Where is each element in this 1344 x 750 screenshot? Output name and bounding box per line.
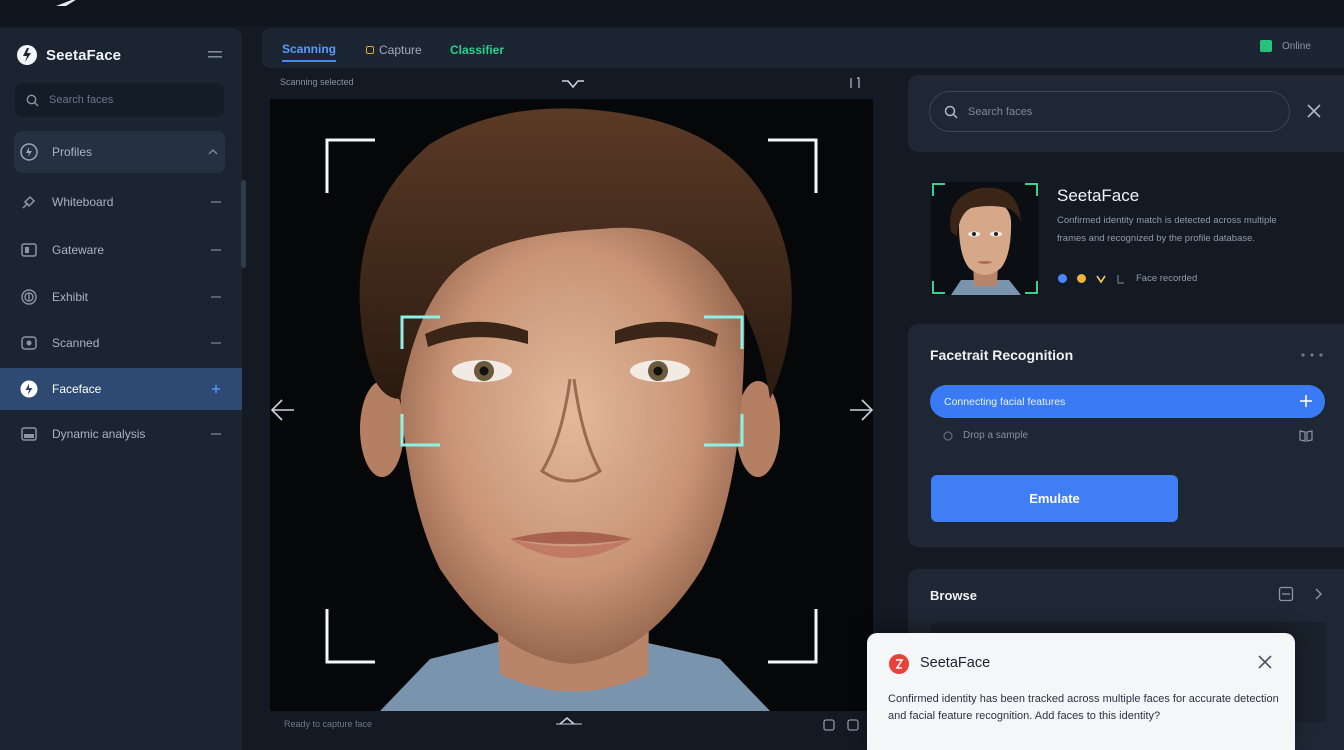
capture-icon xyxy=(366,46,374,54)
sidebar-item-label: Gateware xyxy=(52,243,105,257)
menu-icon[interactable] xyxy=(208,50,222,60)
database-icon xyxy=(21,427,37,441)
collapse-chevron-icon[interactable] xyxy=(560,78,586,90)
tab-label: Scanning xyxy=(282,42,337,56)
close-icon[interactable] xyxy=(1257,654,1273,670)
recognition-option-label: Connecting facial features xyxy=(944,395,1066,408)
status-square-icon xyxy=(1260,40,1272,52)
face-image xyxy=(270,99,873,711)
status-dot-icon xyxy=(1058,274,1067,283)
panel-icon[interactable] xyxy=(1278,586,1294,602)
tab-scanning[interactable]: Scanning xyxy=(282,38,337,62)
sidebar-item-label: Scanned xyxy=(52,336,100,350)
search-icon xyxy=(26,94,39,106)
minus-icon xyxy=(211,342,221,344)
minus-icon xyxy=(211,433,221,435)
window-top-bar xyxy=(0,0,1344,26)
sidebar-item-scanned[interactable]: Scanned xyxy=(0,322,242,364)
tab-label: Capture xyxy=(379,43,422,57)
sidebar-item-profiles[interactable]: Profiles xyxy=(14,131,225,173)
caret-icon xyxy=(208,149,218,155)
fingerprint-icon xyxy=(21,289,37,305)
sidebar-item-label: Exhibit xyxy=(52,290,89,304)
tab-capture[interactable]: Capture xyxy=(366,38,422,62)
notification-toast: SeetaFace Confirmed identity has been tr… xyxy=(867,633,1295,750)
status-dot-icon xyxy=(1077,274,1086,283)
close-icon[interactable] xyxy=(1305,102,1323,120)
expand-icon[interactable] xyxy=(848,76,862,90)
sidebar-search xyxy=(15,83,224,117)
toast-body: Confirmed identity has been tracked acro… xyxy=(888,693,1279,722)
status-indicator[interactable]: Online xyxy=(1260,40,1311,52)
right-search-input[interactable] xyxy=(968,105,1248,118)
profile-face-image xyxy=(931,182,1039,295)
sidebar-search-input[interactable] xyxy=(49,94,209,106)
camera-toolbar xyxy=(556,717,859,731)
tab-label: Classifier xyxy=(450,43,505,57)
gallery-icon xyxy=(21,243,37,257)
sidebar-item-label: Dynamic analysis xyxy=(52,427,146,441)
search-icon xyxy=(944,105,958,119)
minus-icon xyxy=(211,249,221,251)
sidebar-item-label: Profiles xyxy=(52,145,93,159)
brush-icon xyxy=(22,195,36,209)
tag-icon xyxy=(1117,274,1124,284)
profile-meta: Face recorded xyxy=(1058,273,1197,284)
next-arrow-icon[interactable] xyxy=(848,396,876,424)
sidebar-item-whiteboard[interactable]: Whiteboard xyxy=(0,181,242,223)
toast-title: SeetaFace xyxy=(920,655,991,671)
previous-arrow-icon[interactable] xyxy=(268,396,296,424)
sidebar-item-dynamic-analysis[interactable]: Dynamic analysis xyxy=(0,413,242,455)
sidebar-item-gateware[interactable]: Gateware xyxy=(0,229,242,271)
alert-icon xyxy=(889,654,909,674)
sidebar-item-exhibit[interactable]: Exhibit xyxy=(0,276,242,318)
brand-name: SeetaFace xyxy=(46,46,122,64)
browse-title: Browse xyxy=(930,588,977,603)
camera-icon xyxy=(21,336,37,350)
recognition-sub-option[interactable]: Drop a sample xyxy=(943,430,1028,441)
profile-thumbnail[interactable] xyxy=(931,182,1039,295)
chevron-right-icon[interactable] xyxy=(1312,587,1324,601)
book-icon[interactable] xyxy=(1299,430,1313,442)
right-search-box xyxy=(929,91,1290,132)
recognition-sub-label: Drop a sample xyxy=(963,430,1029,441)
recognition-title: Facetrait Recognition xyxy=(930,347,1074,363)
badge-icon xyxy=(1096,275,1106,283)
minus-icon xyxy=(211,201,221,203)
sidebar-item-label: Whiteboard xyxy=(52,195,114,209)
camera-label: Scanning selected xyxy=(280,77,354,87)
minus-icon xyxy=(211,296,221,298)
face-scan-icon xyxy=(20,143,38,161)
sidebar-item-label: Faceface xyxy=(52,382,102,396)
upload-icon xyxy=(943,430,953,441)
status-label: Online xyxy=(1282,40,1311,52)
profile-meta-text: Face recorded xyxy=(1136,273,1198,284)
plus-icon xyxy=(212,385,220,393)
seetaface-logo-icon xyxy=(17,45,37,65)
profile-name: SeetaFace xyxy=(1057,186,1140,205)
brand[interactable]: SeetaFace xyxy=(16,44,121,66)
more-icon[interactable] xyxy=(1300,352,1324,358)
recognition-option[interactable]: Connecting facial features xyxy=(930,385,1325,418)
camera-viewport[interactable] xyxy=(270,99,873,711)
profile-description: Confirmed identity match is detected acr… xyxy=(1057,215,1277,244)
tab-classifier[interactable]: Classifier xyxy=(450,38,504,62)
face-scan-icon xyxy=(20,380,38,398)
app-mark-icon xyxy=(56,0,76,6)
emulate-button[interactable]: Emulate xyxy=(931,475,1178,522)
tab-bar: Scanning Capture Classifier Online xyxy=(262,28,1344,68)
plus-icon[interactable] xyxy=(1299,394,1313,408)
sidebar-item-faceface[interactable]: Faceface xyxy=(0,368,242,410)
